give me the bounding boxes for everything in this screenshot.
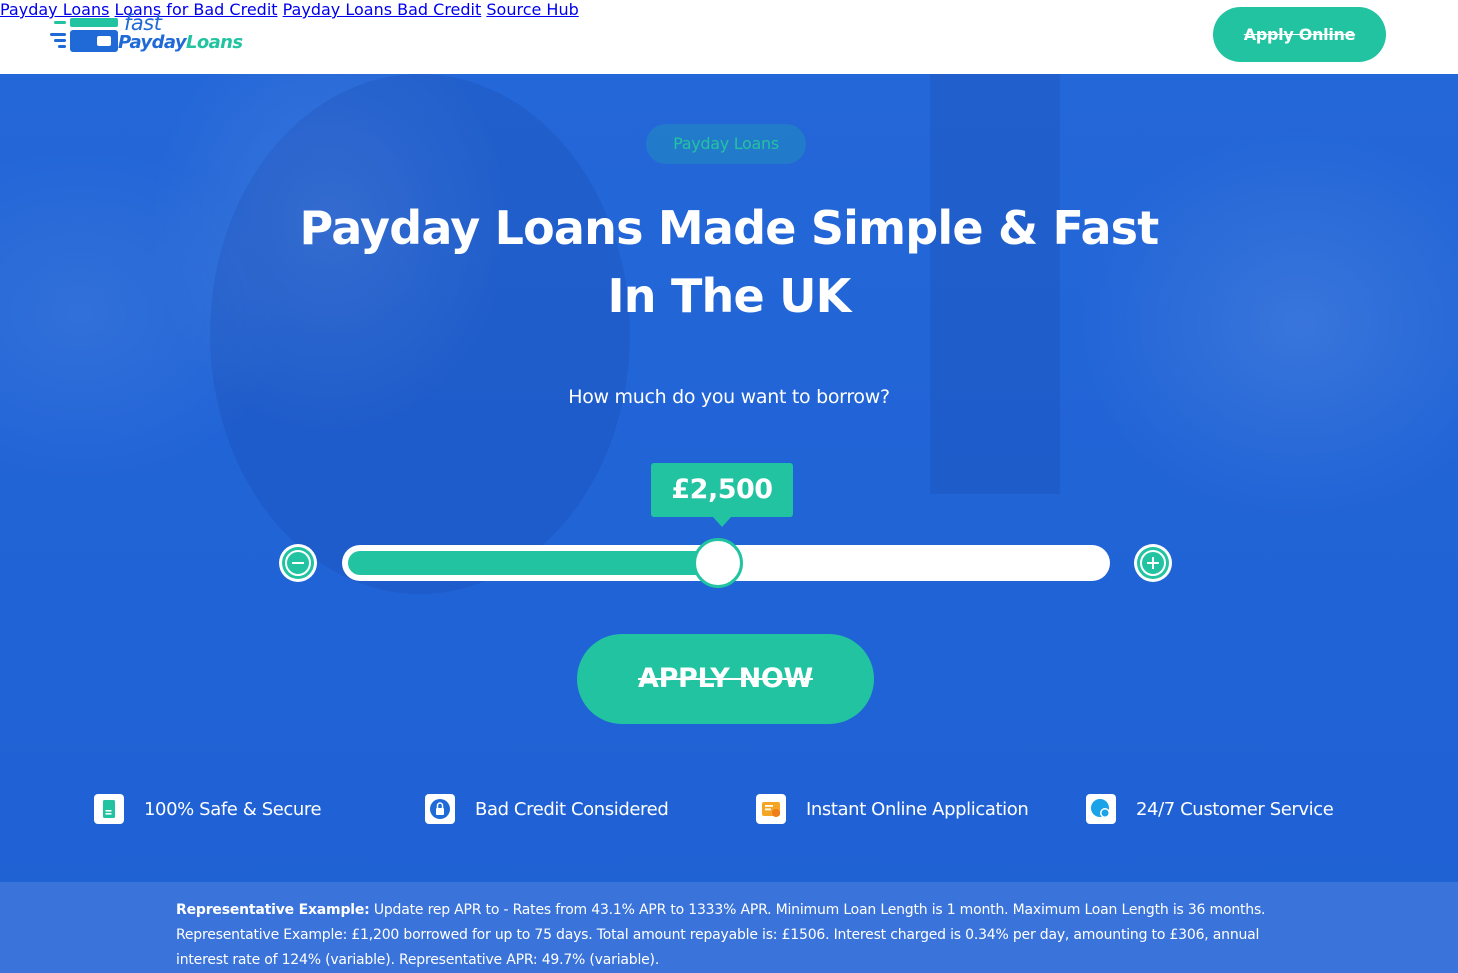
feature-label: Bad Credit Considered [475, 798, 669, 820]
hero-background-photo [210, 74, 630, 594]
lock-icon [425, 794, 455, 824]
loan-amount-display: £2,500 [651, 463, 793, 527]
representative-text: Representative Example: Update rep APR t… [176, 898, 1286, 973]
apply-online-button[interactable]: Apply Online [1213, 7, 1386, 62]
logo-card-icon [50, 18, 118, 52]
representative-example: Representative Example: Update rep APR t… [0, 882, 1458, 973]
hero-tag: Payday Loans [646, 124, 806, 164]
feature-label: Instant Online Application [806, 798, 1029, 820]
decrease-amount-button[interactable] [279, 544, 317, 582]
page-title: Payday Loans Made Simple & Fast In The U… [299, 201, 1160, 323]
nav-source-hub[interactable]: Source Hub [486, 0, 578, 19]
slider-handle[interactable] [693, 538, 743, 588]
loan-amount-slider[interactable] [342, 538, 1110, 588]
feature-label: 24/7 Customer Service [1136, 798, 1334, 820]
increase-amount-button[interactable] [1134, 544, 1172, 582]
site-logo[interactable]: fast PaydayLoans [50, 10, 260, 60]
slider-fill [348, 551, 718, 575]
feature-bad-credit: Bad Credit Considered [425, 794, 669, 824]
logo-text-paydayloans: PaydayLoans [118, 32, 243, 53]
document-icon [94, 794, 124, 824]
feature-customer-service: 24/7 Customer Service [1086, 794, 1334, 824]
feature-safe-secure: 100% Safe & Secure [94, 794, 322, 824]
minus-circle-icon [282, 547, 314, 579]
site-header: fast PaydayLoans Payday Loans Loans for … [0, 0, 1458, 74]
representative-heading: Representative Example: [176, 902, 370, 918]
logo-text-fast: fast [124, 11, 162, 35]
feature-instant-application: Instant Online Application [756, 794, 1029, 824]
feature-label: 100% Safe & Secure [144, 798, 322, 820]
plus-circle-icon [1137, 547, 1169, 579]
nav-payday-loans-bad-credit[interactable]: Payday Loans Bad Credit [283, 0, 482, 19]
application-form-icon [756, 794, 786, 824]
apply-now-button[interactable]: APPLY NOW [577, 634, 874, 724]
chat-support-icon [1086, 794, 1116, 824]
borrow-question: How much do you want to borrow? [568, 386, 890, 408]
hero-section: Payday Loans Payday Loans Made Simple & … [0, 74, 1458, 973]
